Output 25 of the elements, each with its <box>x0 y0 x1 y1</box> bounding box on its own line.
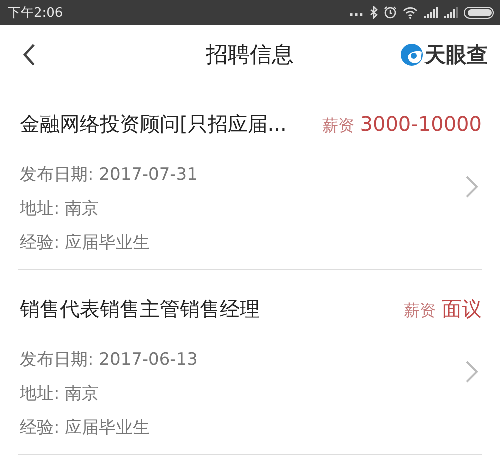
signal-icon <box>424 7 438 18</box>
salary-value: 3000-10000 <box>360 112 482 136</box>
job-detail: 经验: 应届毕业生 <box>20 417 152 440</box>
job-title[interactable]: 金融网络投资顾问[只招应届... <box>20 111 287 138</box>
job-detail: 发布日期: 2017-07-31 <box>20 164 198 187</box>
job-detail: 经验: 应届毕业生 <box>20 232 152 255</box>
battery-icon <box>464 6 494 18</box>
chevron-right-icon[interactable] <box>466 361 478 383</box>
job-detail: 发布日期: 2017-06-13 <box>20 349 198 372</box>
status-time: 下午2:06 <box>8 4 64 22</box>
more-notifications-indicator: ... <box>349 6 364 19</box>
alarm-clock-icon <box>384 6 397 19</box>
wifi-icon <box>403 6 418 18</box>
job-title[interactable]: 销售代表销售主管销售经理 <box>20 296 260 323</box>
job-detail: 地址: 南京 <box>20 198 100 221</box>
logo-text: 天眼查 <box>425 42 488 69</box>
page-title: 招聘信息 <box>206 42 294 70</box>
salary-label: 薪资 <box>322 116 354 137</box>
signal-icon <box>444 7 458 18</box>
salary-value: 面议 <box>442 296 482 323</box>
eye-logo-icon <box>400 43 424 67</box>
bluetooth-icon <box>370 6 378 19</box>
chevron-right-icon[interactable] <box>466 176 478 198</box>
job-detail: 地址: 南京 <box>20 383 100 406</box>
salary-label: 薪资 <box>404 301 436 322</box>
